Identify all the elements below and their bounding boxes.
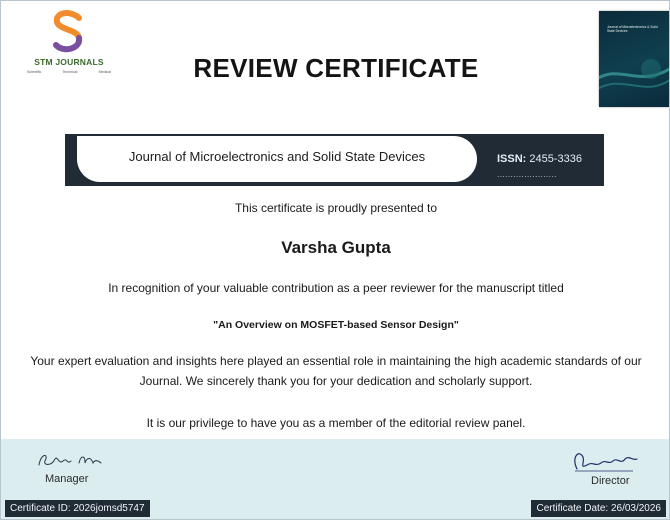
journal-name: Journal of Microelectronics and Solid St… bbox=[128, 149, 426, 164]
issn-label: ISSN: bbox=[497, 153, 527, 165]
certificate-id: Certificate ID: 2026jomsd5747 bbox=[5, 500, 150, 517]
manager-label: Manager bbox=[45, 473, 89, 485]
appreciation-paragraph: Your expert evaluation and insights here… bbox=[30, 354, 642, 388]
issn-dots: ...................... bbox=[497, 170, 557, 179]
certificate-title: REVIEW CERTIFICATE bbox=[193, 53, 479, 83]
issn: ISSN: 2455-3336 bbox=[497, 153, 582, 165]
manuscript-title: "An Overview on MOSFET-based Sensor Desi… bbox=[213, 319, 459, 331]
privilege-text: It is our privilege to have you as a mem… bbox=[146, 416, 526, 430]
journal-cover-image: Journal of Microelectronics & Solid Stat… bbox=[599, 11, 669, 107]
cover-text: Journal of Microelectronics & Solid Stat… bbox=[607, 25, 658, 34]
director-signature-image bbox=[574, 453, 638, 472]
presented-text: This certificate is proudly presented to bbox=[234, 201, 438, 215]
recipient-name: Varsha Gupta bbox=[281, 238, 391, 257]
recognition-text: In recognition of your valuable contribu… bbox=[108, 281, 564, 295]
issn-value: 2455-3336 bbox=[529, 153, 583, 165]
director-label: Director bbox=[591, 475, 630, 487]
certificate-date: Certificate Date: 26/03/2026 bbox=[531, 500, 666, 517]
manager-signature-image bbox=[38, 455, 102, 466]
certificate-page: STM JOURNALS Scientific Technical Medica… bbox=[0, 0, 670, 520]
stm-s-logo-icon bbox=[53, 10, 83, 53]
